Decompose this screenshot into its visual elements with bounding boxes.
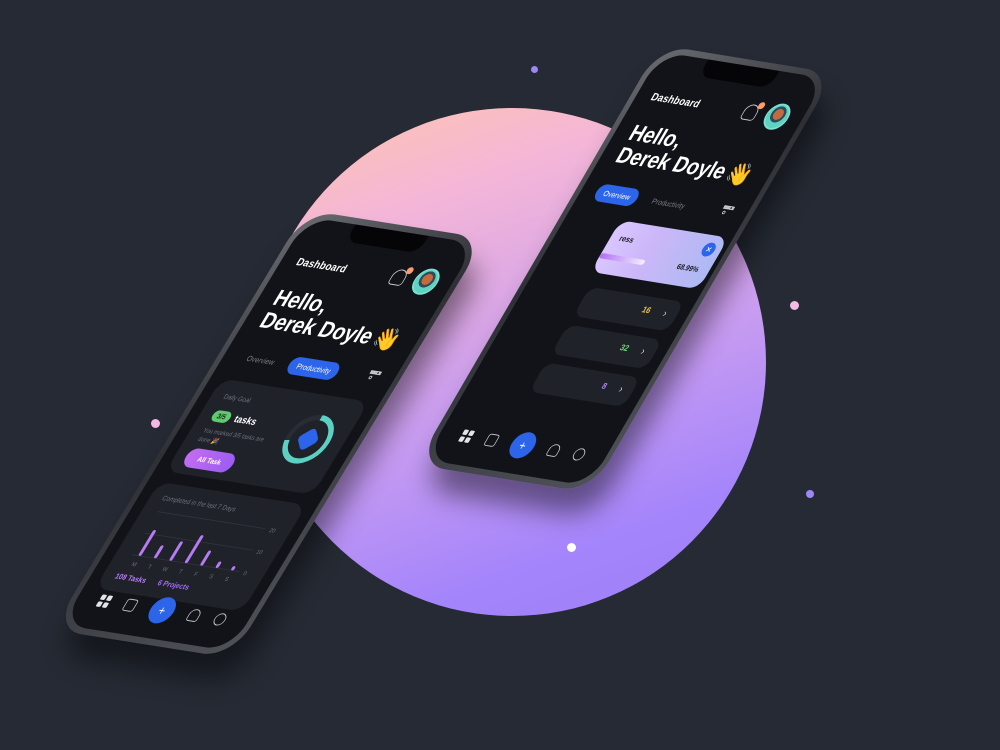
row-value: 8: [599, 381, 609, 392]
x-tick-label: T: [177, 569, 184, 575]
chevron-right-icon: ›: [660, 306, 671, 320]
tab-productivity[interactable]: Productivity: [284, 356, 344, 381]
decor-dot: [151, 419, 160, 428]
x-tick-label: S: [208, 574, 215, 580]
greeting: Hello, Derek Doyle👋: [611, 120, 770, 188]
front-header: Dashboard: [290, 249, 446, 297]
notification-bell-icon[interactable]: [386, 266, 416, 287]
chevron-right-icon: ›: [638, 344, 649, 358]
chart-bar: [200, 550, 212, 566]
showcase-stage: Dashboard Hello, Derek Doyle👋 Overview P…: [0, 0, 1000, 750]
x-tick-label: F: [192, 572, 199, 578]
daily-goal-label: Daily Goal: [221, 392, 253, 405]
filter-icon[interactable]: [365, 370, 383, 382]
progress-card[interactable]: ress ✕ 68.99%: [590, 220, 729, 290]
bottom-nav: +: [431, 415, 615, 476]
filter-icon[interactable]: [719, 205, 736, 217]
decor-dot: [806, 490, 814, 498]
document-icon[interactable]: [483, 433, 501, 448]
notification-dot: [756, 101, 767, 110]
chart-gridline: [157, 511, 266, 530]
list-item[interactable]: 16 ›: [572, 286, 685, 332]
y-tick-label: 0: [242, 571, 248, 577]
x-tick-label: T: [146, 565, 153, 571]
close-icon[interactable]: ✕: [698, 241, 719, 258]
daily-goal-card: Daily Goal 3/5 tasks You marked 3/5 task…: [165, 378, 370, 495]
goal-unit: tasks: [231, 413, 260, 428]
chart-bar: [231, 566, 236, 571]
greeting: Hello, Derek Doyle👋: [255, 285, 419, 353]
row-value: 32: [617, 342, 631, 354]
notch: [345, 224, 429, 254]
document-icon[interactable]: [121, 598, 140, 613]
goal-progress-ring: [272, 411, 344, 467]
tab-overview[interactable]: Overview: [234, 348, 287, 372]
chart-bar: [169, 541, 183, 561]
y-tick-label: 20: [268, 528, 277, 535]
header-actions: [736, 98, 796, 132]
back-header: Dashboard: [644, 84, 796, 132]
header-actions: [384, 263, 446, 297]
notch: [698, 59, 780, 89]
header-title: Dashboard: [648, 90, 704, 111]
list-item[interactable]: 32 ›: [550, 324, 663, 370]
x-tick-label: S: [223, 577, 230, 583]
progress-bar: [598, 252, 646, 266]
dashboard-icon[interactable]: [95, 594, 114, 609]
chart-bar: [215, 561, 222, 569]
list-item[interactable]: 8 ›: [528, 362, 641, 408]
add-button[interactable]: +: [143, 595, 182, 625]
tab-bar: Overview Productivity: [234, 348, 344, 381]
bell-icon[interactable]: [185, 608, 204, 623]
decor-dot: [567, 543, 576, 552]
progress-percent: 68.99%: [674, 261, 702, 274]
tab-productivity[interactable]: Productivity: [640, 191, 697, 216]
x-tick-label: W: [161, 567, 170, 574]
decor-dot: [531, 66, 538, 73]
add-button[interactable]: +: [504, 430, 542, 460]
x-tick-label: M: [130, 562, 138, 568]
decor-dot: [790, 301, 799, 310]
row-value: 16: [639, 305, 653, 316]
all-task-button[interactable]: All Task: [180, 447, 239, 474]
goal-badge: 3/5: [209, 409, 234, 424]
chart-bar: [154, 545, 164, 559]
bell-icon[interactable]: [545, 443, 563, 458]
header-title: Dashboard: [293, 255, 351, 276]
notification-bell-icon[interactable]: [739, 101, 767, 122]
progress-title: ress: [617, 233, 637, 245]
goal-summary: 3/5 tasks: [209, 409, 260, 428]
chat-icon[interactable]: [570, 447, 588, 462]
tab-bar: Overview Productivity: [591, 183, 697, 216]
chevron-right-icon: ›: [616, 382, 627, 396]
dashboard-icon[interactable]: [457, 429, 476, 444]
chart-bar: [184, 535, 204, 564]
y-tick-label: 10: [255, 550, 264, 557]
notification-dot: [404, 266, 416, 275]
tab-overview[interactable]: Overview: [591, 183, 643, 208]
chat-icon[interactable]: [211, 612, 229, 627]
